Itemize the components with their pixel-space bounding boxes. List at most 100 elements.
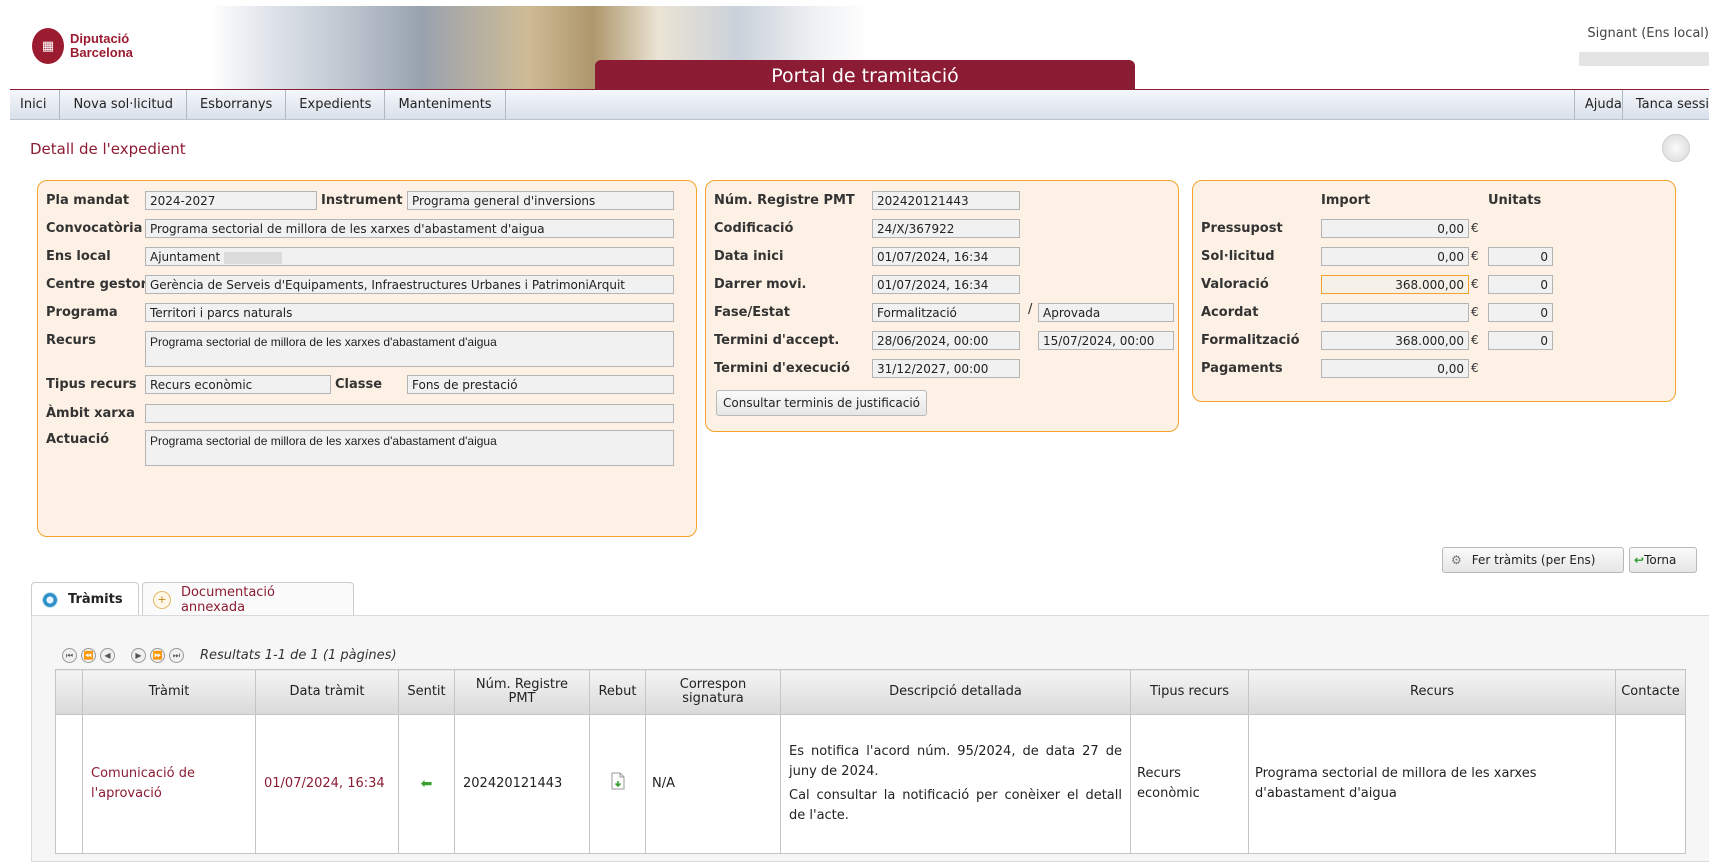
fer-tramits-button[interactable]: ⚙ Fer tràmits (per Ens) [1442, 547, 1624, 573]
pla-mandat-field[interactable]: 2024-2027 [145, 191, 317, 210]
ambit-xarxa-field[interactable] [145, 404, 674, 423]
recurs-cell: Programa sectorial de millora de les xar… [1248, 714, 1616, 854]
data-inici-field[interactable]: 01/07/2024, 16:34 [872, 247, 1020, 266]
programa-field[interactable]: Territori i parcs naturals [145, 303, 674, 322]
pagaments-import-field[interactable]: 0,00 [1321, 359, 1469, 378]
recurs-label: Recurs [46, 333, 96, 348]
diputacio-logo[interactable]: ▦ Diputació Barcelona [32, 28, 133, 64]
sollicitud-unitats-field[interactable]: 0 [1488, 247, 1553, 266]
fase-estat-label: Fase/Estat [714, 305, 791, 320]
menu-nova-sollicitud[interactable]: Nova sol·licitud [60, 90, 187, 119]
first-page-icon[interactable]: ⏮ [62, 648, 77, 663]
menu-inici[interactable]: Inici [10, 90, 61, 119]
descripcio-cell: Es notifica l'acord núm. 95/2024, de dat… [780, 714, 1131, 854]
logo-text: Diputació Barcelona [70, 31, 133, 60]
num-registre-column-header[interactable]: Núm. Registre PMT [454, 669, 590, 715]
tramit-column-header[interactable]: Tràmit [82, 669, 256, 715]
menu-esborranys[interactable]: Esborranys [187, 90, 287, 119]
tipus-recurs-field[interactable]: Recurs econòmic [145, 375, 331, 394]
sentit-cell: ⬅ [398, 714, 455, 854]
pressupost-label: Pressupost [1201, 221, 1283, 236]
num-registre-field[interactable]: 202420121443 [872, 191, 1020, 210]
descripcio-column-header[interactable]: Descripció detallada [780, 669, 1131, 715]
page-title: Detall de l'expedient [30, 140, 186, 158]
valoracio-unitats-field[interactable]: 0 [1488, 275, 1553, 294]
sentit-column-header[interactable]: Sentit [398, 669, 455, 715]
last-page-icon[interactable]: ⏭ [169, 648, 184, 663]
correspon-signatura-column-header[interactable]: Correspon signatura [645, 669, 781, 715]
num-registre-label: Núm. Registre PMT [714, 193, 855, 208]
select-column-header [55, 669, 83, 715]
recurs-field[interactable]: Programa sectorial de millora de les xar… [145, 331, 674, 367]
currency-symbol: € [1471, 361, 1479, 375]
fase-field[interactable]: Formalització [872, 303, 1020, 322]
estat-field[interactable]: Aprovada [1038, 303, 1174, 322]
consultar-terminis-button[interactable]: Consultar terminis de justificació [716, 390, 927, 416]
menu-ajuda[interactable]: Ajuda [1573, 90, 1622, 119]
data-tramit-cell: 01/07/2024, 16:34 [255, 714, 399, 854]
currency-symbol: € [1471, 221, 1479, 235]
currency-symbol: € [1471, 305, 1479, 319]
tramits-tab-icon [42, 591, 58, 608]
currency-symbol: € [1471, 277, 1479, 291]
termini-accept-start-field[interactable]: 28/06/2024, 00:00 [872, 331, 1020, 350]
termini-accept-end-field[interactable]: 15/07/2024, 00:00 [1038, 331, 1174, 350]
darrer-movi-field[interactable]: 01/07/2024, 16:34 [872, 275, 1020, 294]
currency-symbol: € [1471, 249, 1479, 263]
formalitzacio-unitats-field[interactable]: 0 [1488, 331, 1553, 350]
termini-execucio-field[interactable]: 31/12/2027, 00:00 [872, 359, 1020, 378]
classe-field[interactable]: Fons de prestació [407, 375, 674, 394]
next-page-icon[interactable]: ▶ [131, 648, 146, 663]
pagination: ⏮ ⏪ ◀ ▶ ⏩ ⏭ Resultats 1-1 de 1 (1 pàgine… [62, 648, 397, 663]
codificacio-field[interactable]: 24/X/367922 [872, 219, 1020, 238]
coat-of-arms-icon: ▦ [32, 28, 64, 64]
prev-block-icon[interactable]: ⏪ [81, 648, 96, 663]
torna-button[interactable]: ↩Torna [1629, 547, 1697, 573]
rebut-column-header[interactable]: Rebut [589, 669, 646, 715]
tab-documentacio-annexada[interactable]: + Documentació annexada [142, 582, 354, 616]
back-arrow-icon: ↩ [1634, 553, 1645, 567]
classe-label: Classe [335, 377, 383, 392]
pressupost-import-field[interactable]: 0,00 [1321, 219, 1469, 238]
ens-local-field[interactable]: Ajuntament [145, 247, 674, 266]
acordat-unitats-field[interactable]: 0 [1488, 303, 1553, 322]
centre-gestor-field[interactable]: Gerència de Serveis d'Equipaments, Infra… [145, 275, 674, 294]
instrument-label: Instrument [321, 193, 403, 208]
data-tramit-column-header[interactable]: Data tràmit [255, 669, 399, 715]
header: ▦ Diputació Barcelona Portal de tramitac… [10, 6, 1709, 91]
next-block-icon[interactable]: ⏩ [150, 648, 165, 663]
rebut-cell[interactable] [589, 714, 646, 854]
row-select-cell[interactable] [55, 714, 83, 854]
table-row[interactable]: Comunicació de l'aprovació 01/07/2024, 1… [55, 714, 1686, 854]
formalitzacio-import-field[interactable]: 368.000,00 [1321, 331, 1469, 350]
centre-gestor-label: Centre gestor [46, 277, 147, 292]
actuacio-field[interactable]: Programa sectorial de millora de les xar… [145, 430, 674, 466]
menu-manteniments[interactable]: Manteniments [385, 90, 506, 119]
imports-panel: Import Unitats Pressupost 0,00 € Sol·lic… [1192, 180, 1676, 402]
download-document-icon[interactable] [610, 772, 626, 790]
convocatoria-field[interactable]: Programa sectorial de millora de les xar… [145, 219, 674, 238]
currency-symbol: € [1471, 333, 1479, 347]
results-count: Resultats 1-1 de 1 (1 pàgines) [200, 648, 397, 663]
page: ▦ Diputació Barcelona Portal de tramitac… [10, 0, 1709, 862]
prev-page-icon[interactable]: ◀ [100, 648, 115, 663]
unitats-header: Unitats [1488, 193, 1542, 208]
valoracio-import-field[interactable]: 368.000,00 [1321, 275, 1469, 294]
status-circle-icon [1662, 134, 1690, 162]
sollicitud-import-field[interactable]: 0,00 [1321, 247, 1469, 266]
contacte-column-header[interactable]: Contacte [1615, 669, 1686, 715]
tipus-recurs-label: Tipus recurs [46, 377, 137, 392]
menu-expedients[interactable]: Expedients [286, 90, 386, 119]
portal-title-tab: Portal de tramitació [595, 60, 1135, 90]
instrument-field[interactable]: Programa general d'inversions [407, 191, 674, 210]
correspon-signatura-cell: N/A [645, 714, 781, 854]
tab-tramits[interactable]: Tràmits [31, 582, 139, 616]
acordat-import-field[interactable] [1321, 303, 1469, 322]
tipus-recurs-column-header[interactable]: Tipus recurs [1130, 669, 1249, 715]
recurs-column-header[interactable]: Recurs [1248, 669, 1616, 715]
incoming-arrow-icon: ⬅ [420, 775, 433, 792]
menu-tanca-sessio[interactable]: Tanca sessi [1621, 90, 1709, 119]
data-inici-label: Data inici [714, 249, 784, 264]
programa-label: Programa [46, 305, 118, 320]
tramit-cell[interactable]: Comunicació de l'aprovació [82, 714, 256, 854]
